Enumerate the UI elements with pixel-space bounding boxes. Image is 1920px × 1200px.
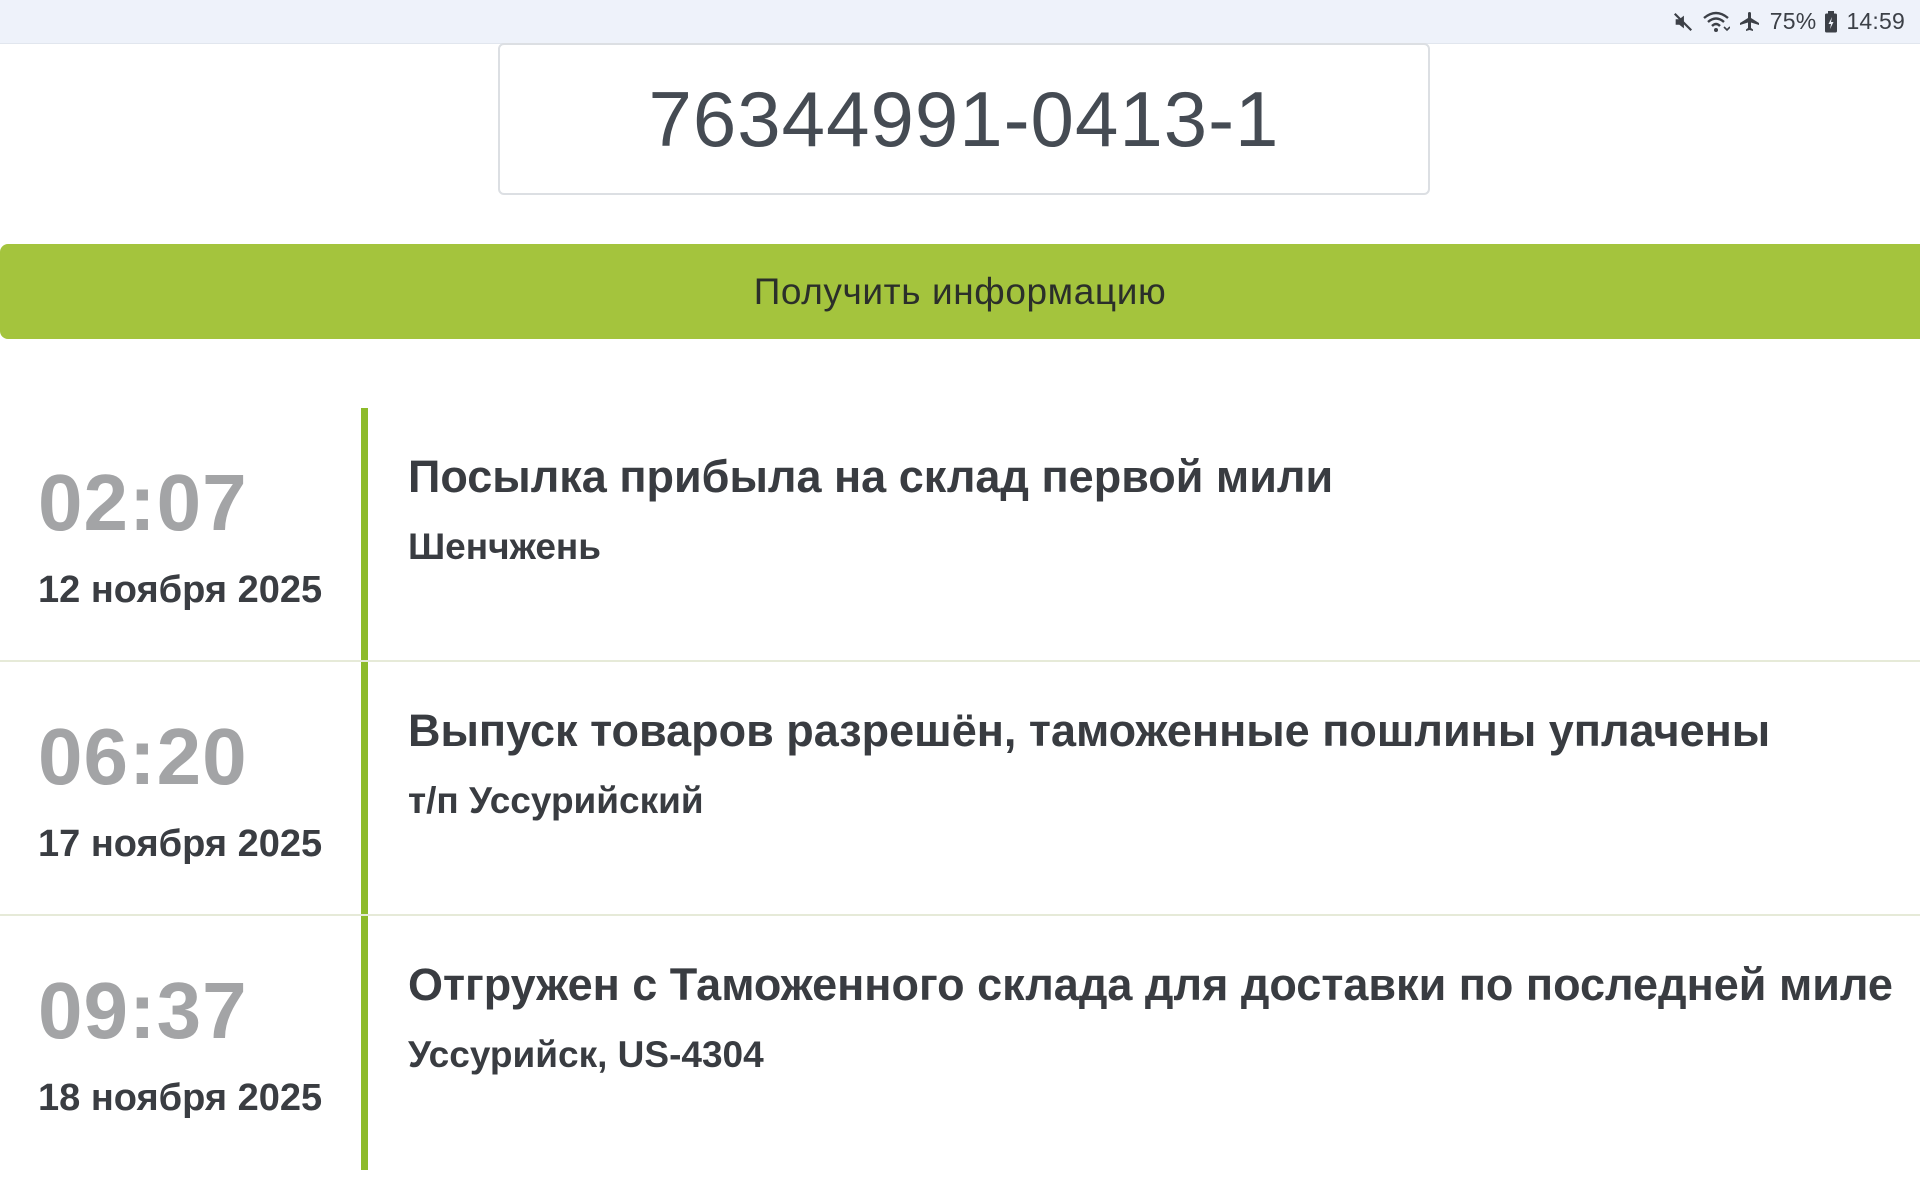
tracking-input-box bbox=[498, 43, 1430, 195]
event-place: т/п Уссурийский bbox=[408, 780, 704, 821]
tracking-number-input[interactable] bbox=[500, 45, 1428, 193]
timeline-event: 09:37 18 ноября 2025 Отгружен с Таможенн… bbox=[0, 916, 1920, 1170]
tracking-page: 75% 14:59 Получить информацию 02:07 12 н… bbox=[0, 0, 1920, 1200]
status-bar: 75% 14:59 bbox=[0, 0, 1920, 44]
timeline-event: 06:20 17 ноября 2025 Выпуск товаров разр… bbox=[0, 662, 1920, 916]
get-info-button[interactable]: Получить информацию bbox=[0, 244, 1920, 339]
airplane-icon bbox=[1738, 10, 1762, 34]
event-title: Выпуск товаров разрешён, таможенные пошл… bbox=[408, 705, 1771, 756]
clock: 14:59 bbox=[1846, 8, 1905, 34]
tracking-timeline: 02:07 12 ноября 2025 Посылка прибыла на … bbox=[0, 408, 1920, 1170]
event-date: 18 ноября 2025 bbox=[38, 1077, 323, 1119]
battery-icon bbox=[1824, 10, 1838, 33]
event-date: 17 ноября 2025 bbox=[38, 823, 323, 865]
event-place: Шенчжень bbox=[408, 526, 602, 567]
event-title: Посылка прибыла на склад первой мили bbox=[408, 451, 1334, 502]
event-time: 09:37 bbox=[38, 966, 248, 1055]
event-time: 06:20 bbox=[38, 712, 248, 801]
mute-icon bbox=[1672, 11, 1694, 33]
timeline-event: 02:07 12 ноября 2025 Посылка прибыла на … bbox=[0, 408, 1920, 662]
event-title: Отгружен с Таможенного склада для достав… bbox=[408, 959, 1893, 1010]
event-place: Уссурийск, US-4304 bbox=[408, 1034, 764, 1075]
status-bar-right: 75% 14:59 bbox=[1672, 0, 1905, 43]
battery-percent: 75% bbox=[1769, 8, 1817, 34]
event-time: 02:07 bbox=[38, 458, 248, 547]
event-date: 12 ноября 2025 bbox=[38, 569, 323, 611]
wifi-icon bbox=[1702, 11, 1730, 33]
